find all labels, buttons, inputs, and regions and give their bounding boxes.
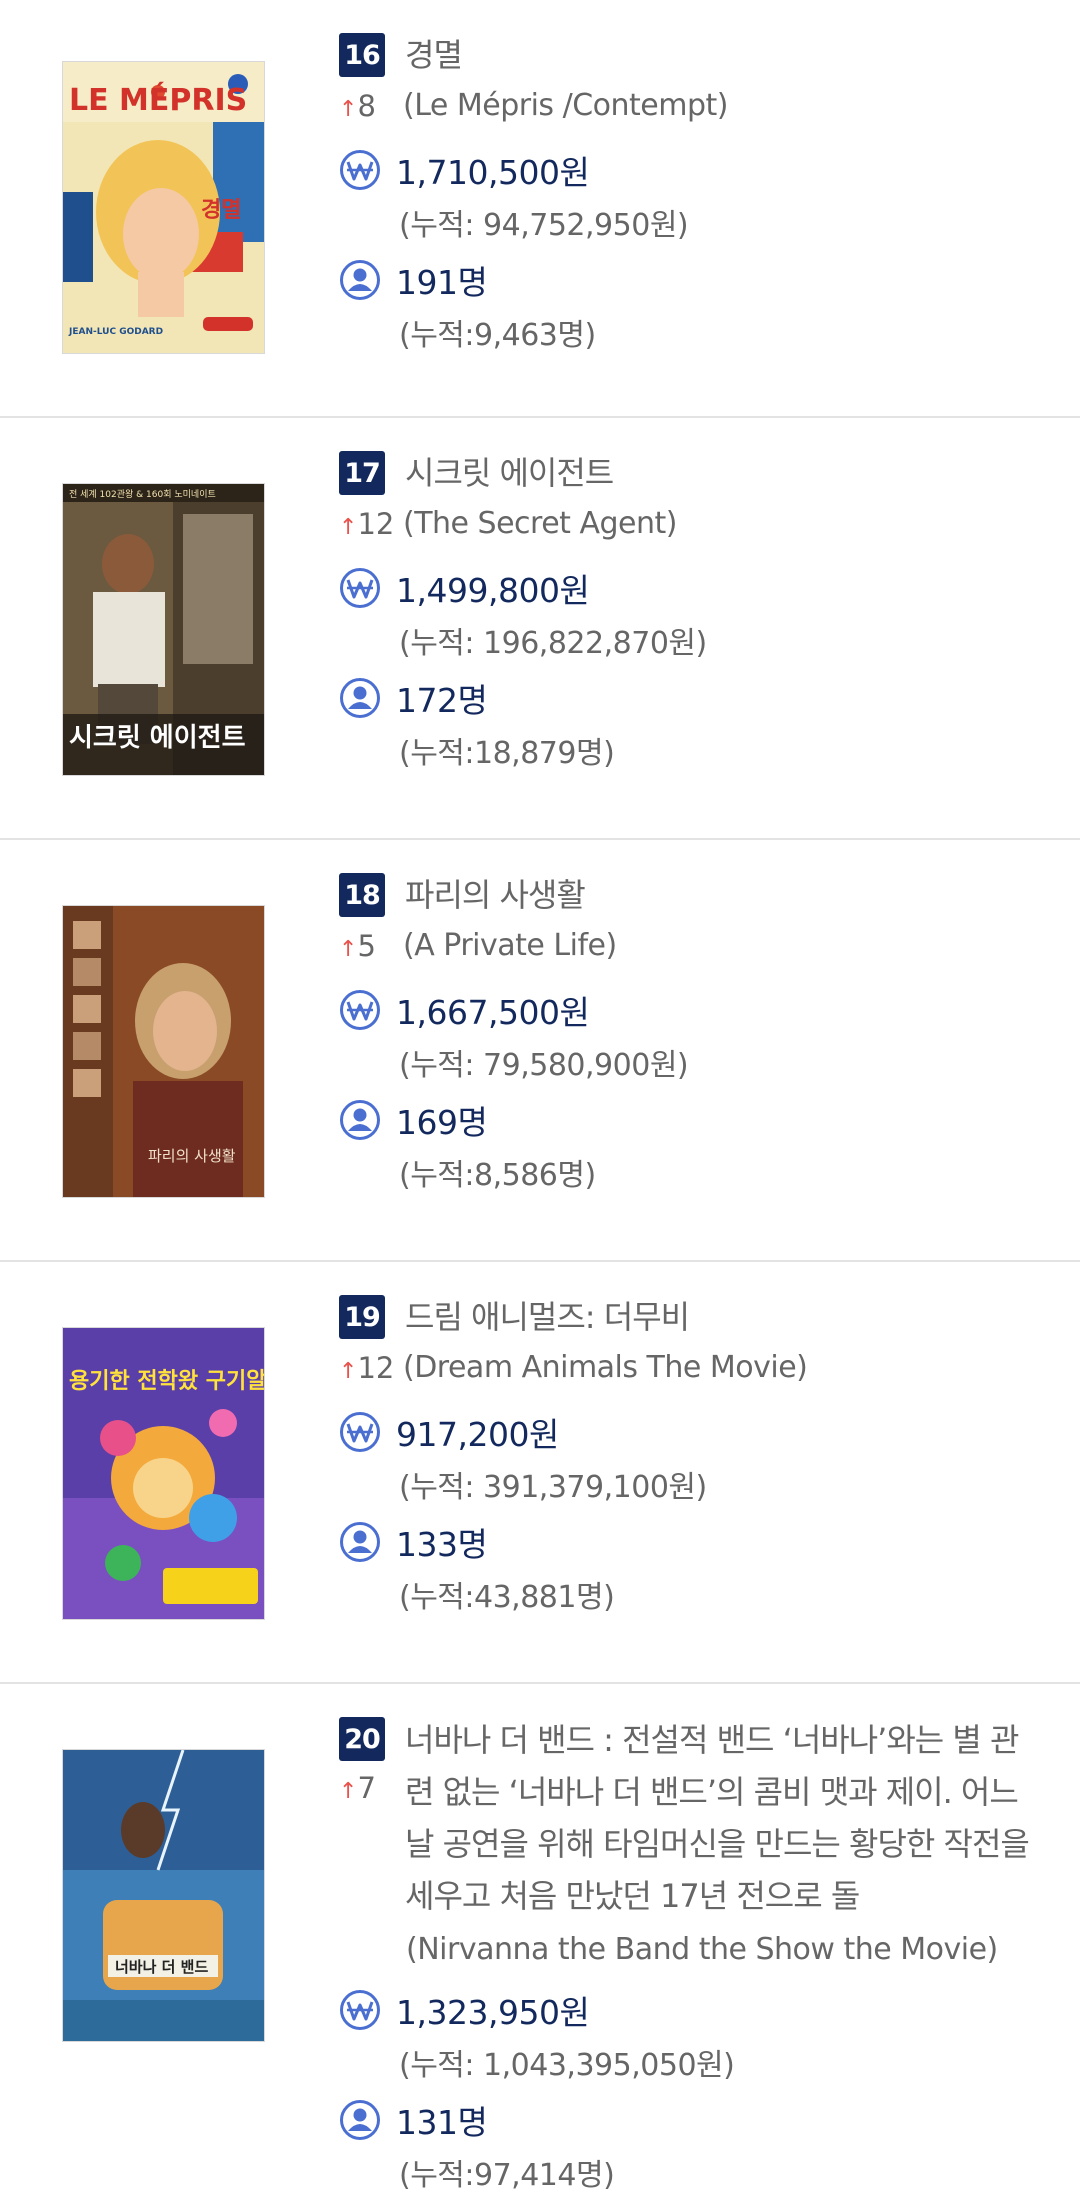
revenue-stat: 1,499,800원 — [339, 564, 1040, 612]
poster-korean-title: 용기한 전학왔 구기알 — [69, 1369, 264, 1394]
movie-info: 20 너바나 더 밴드 : 전설적 밴드 ‘너바나’와는 별 관련 없는 ‘너바… — [339, 1714, 1040, 2194]
rank-badge: 19 — [339, 1295, 385, 1339]
rank-change: ↑8 — [339, 82, 403, 134]
movie-poster[interactable]: 전 세계 102관왕 & 160회 노미네이트 시크릿 에이전트 — [63, 484, 264, 775]
movie-poster[interactable]: 너바나 더 밴드 — [63, 1750, 264, 2041]
poster-korean-title: 경멸 — [201, 198, 241, 223]
poster-korean-title: 시크릿 에이전트 — [69, 723, 246, 753]
revenue-stat: 1,323,950원 — [339, 1986, 1040, 2034]
revenue-stat: 917,200원 — [339, 1408, 1040, 1456]
original-title: (Nirvanna the Band the Show the Movie) — [406, 1932, 998, 1967]
movie-entry[interactable]: 전 세계 102관왕 & 160회 노미네이트 시크릿 에이전트 17 시크릿 … — [0, 418, 1080, 840]
audience-stat: 169명 — [339, 1096, 1040, 1144]
rank-badge: 20 — [339, 1717, 385, 1761]
movie-title[interactable]: 경멸 — [405, 30, 463, 80]
rank-badge: 16 — [339, 33, 385, 77]
rank-change-value: 7 — [357, 1771, 376, 1805]
daily-revenue: 1,499,800원 — [396, 571, 590, 610]
original-title: (The Secret Agent) — [403, 506, 677, 541]
cumulative-revenue: (누적: 1,043,395,050원) — [399, 2048, 735, 2083]
cumulative-audience: (누적:43,881명) — [399, 1580, 615, 1615]
movie-poster[interactable]: 용기한 전학왔 구기알 — [63, 1328, 264, 1619]
cumulative-audience: (누적:18,879명) — [399, 736, 615, 771]
cumulative-audience: (누적:8,586명) — [399, 1158, 596, 1193]
cumulative-revenue: (누적: 79,580,900원) — [399, 1048, 689, 1083]
poster-credit-text: JEAN-LUC GODARD — [68, 327, 163, 337]
daily-revenue: 1,323,950원 — [396, 1993, 590, 2032]
won-circle-icon — [340, 990, 380, 1030]
revenue-stat: 1,667,500원 — [339, 986, 1040, 1034]
daily-audience: 131명 — [396, 2103, 488, 2142]
poster-korean-title: 파리의 사생활 — [148, 1147, 236, 1165]
daily-revenue: 1,667,500원 — [396, 993, 590, 1032]
won-circle-icon — [340, 1990, 380, 2030]
audience-stat: 131명 — [339, 2096, 1040, 2144]
rank-change: ↑12 — [339, 1344, 403, 1396]
movie-title[interactable]: 너바나 더 밴드 : 전설적 밴드 ‘너바나’와는 별 관련 없는 ‘너바나 더… — [405, 1714, 1040, 1922]
rank-change: ↑12 — [339, 500, 403, 552]
movie-info: 16 경멸 ↑8 (Le Mépris /Contempt) 1,710,500… — [339, 30, 1040, 354]
daily-audience: 172명 — [396, 681, 488, 720]
movie-title[interactable]: 드림 애니멀즈: 더무비 — [405, 1292, 690, 1342]
movie-info: 18 파리의 사생활 ↑5 (A Private Life) 1,667,500… — [339, 870, 1040, 1194]
poster-title-text: LE MÉPRIS — [69, 82, 247, 118]
arrow-up-icon: ↑ — [339, 97, 358, 122]
daily-revenue: 917,200원 — [396, 1415, 559, 1454]
rank-change: ↑7 — [339, 1764, 403, 1816]
audience-stat: 133명 — [339, 1518, 1040, 1566]
person-circle-icon — [340, 1100, 380, 1140]
movie-entry[interactable]: 용기한 전학왔 구기알 19 드림 애니멀즈: 더무비 ↑12 (Dream A… — [0, 1262, 1080, 1684]
rank-badge: 17 — [339, 451, 385, 495]
movie-entry[interactable]: LE MÉPRIS 경멸 JEAN-LUC GODARD 16 경멸 ↑8 (L… — [0, 0, 1080, 418]
rank-badge: 18 — [339, 873, 385, 917]
arrow-up-icon: ↑ — [339, 1779, 358, 1804]
original-title: (Le Mépris /Contempt) — [403, 88, 728, 123]
cumulative-audience: (누적:9,463명) — [399, 318, 596, 353]
movie-title[interactable]: 파리의 사생활 — [405, 870, 586, 920]
movie-entry[interactable]: 너바나 더 밴드 20 너바나 더 밴드 : 전설적 밴드 ‘너바나’와는 별 … — [0, 1684, 1080, 2198]
rank-change-value: 12 — [357, 507, 395, 541]
movie-info: 19 드림 애니멀즈: 더무비 ↑12 (Dream Animals The M… — [339, 1292, 1040, 1616]
rank-change-value: 5 — [357, 929, 376, 963]
movie-info: 17 시크릿 에이전트 ↑12 (The Secret Agent) 1,499… — [339, 448, 1040, 772]
audience-stat: 191명 — [339, 256, 1040, 304]
won-circle-icon — [340, 1412, 380, 1452]
daily-audience: 133명 — [396, 1525, 488, 1564]
rank-change-value: 12 — [357, 1351, 395, 1385]
rank-change: ↑5 — [339, 922, 403, 974]
boxoffice-list: LE MÉPRIS 경멸 JEAN-LUC GODARD 16 경멸 ↑8 (L… — [0, 0, 1080, 2198]
rank-change-value: 8 — [357, 89, 376, 123]
cumulative-audience: (누적:97,414명) — [399, 2158, 615, 2193]
audience-stat: 172명 — [339, 674, 1040, 722]
poster-tagline: 전 세계 102관왕 & 160회 노미네이트 — [69, 488, 216, 500]
movie-poster[interactable]: 파리의 사생활 — [63, 906, 264, 1197]
person-circle-icon — [340, 2100, 380, 2140]
won-circle-icon — [340, 150, 380, 190]
revenue-stat: 1,710,500원 — [339, 146, 1040, 194]
original-title: (A Private Life) — [403, 928, 617, 963]
person-circle-icon — [340, 1522, 380, 1562]
daily-audience: 191명 — [396, 263, 488, 302]
person-circle-icon — [340, 260, 380, 300]
cumulative-revenue: (누적: 196,822,870원) — [399, 626, 707, 661]
poster-korean-title: 너바나 더 밴드 — [115, 1958, 208, 1976]
movie-poster[interactable]: LE MÉPRIS 경멸 JEAN-LUC GODARD — [63, 62, 264, 353]
arrow-up-icon: ↑ — [339, 515, 358, 540]
daily-revenue: 1,710,500원 — [396, 153, 590, 192]
won-circle-icon — [340, 568, 380, 608]
daily-audience: 169명 — [396, 1103, 488, 1142]
movie-title[interactable]: 시크릿 에이전트 — [405, 448, 614, 498]
person-circle-icon — [340, 678, 380, 718]
cumulative-revenue: (누적: 94,752,950원) — [399, 208, 689, 243]
arrow-up-icon: ↑ — [339, 1359, 358, 1384]
arrow-up-icon: ↑ — [339, 937, 358, 962]
original-title: (Dream Animals The Movie) — [403, 1350, 808, 1385]
cumulative-revenue: (누적: 391,379,100원) — [399, 1470, 707, 1505]
movie-entry[interactable]: 파리의 사생활 18 파리의 사생활 ↑5 (A Private Life) 1… — [0, 840, 1080, 1262]
